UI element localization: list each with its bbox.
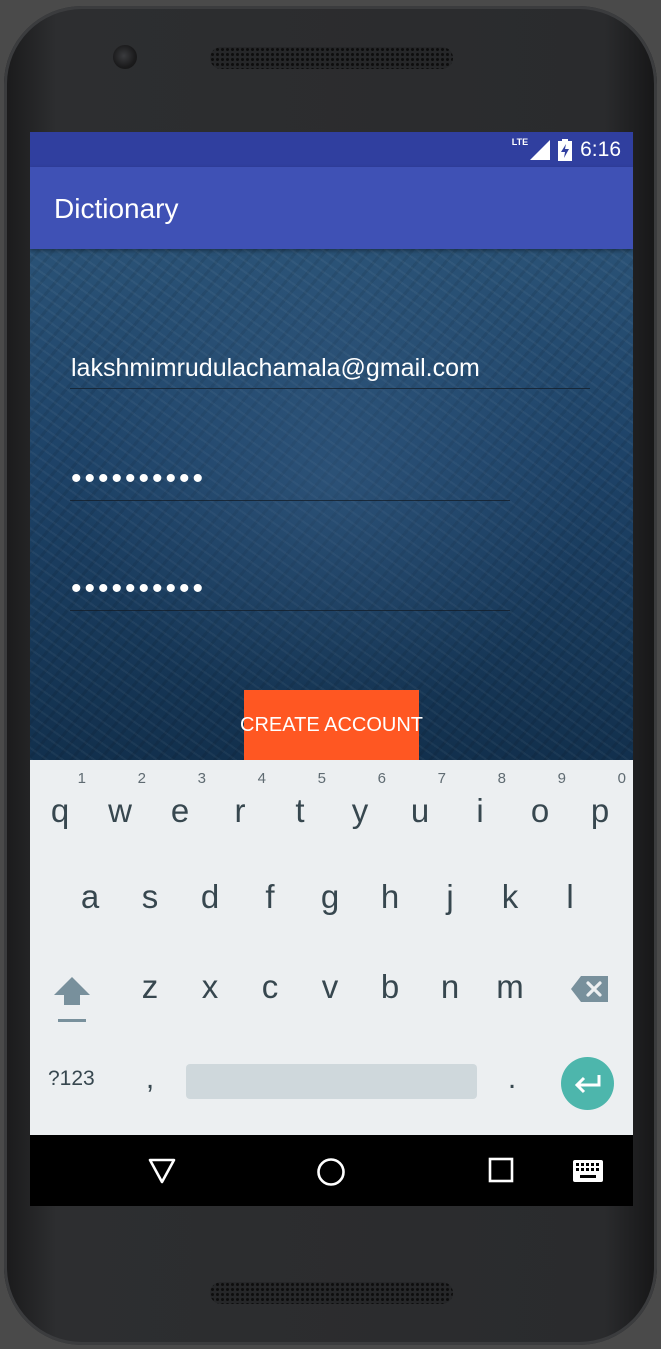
key-label: d [200,878,220,915]
phone-frame: LTE 6:16 Dictionary lakshmimrudulachamal… [0,0,661,1349]
key-label: f [265,878,275,915]
key-label: g [320,878,340,915]
key-j[interactable]: j [420,870,480,930]
symbols-key[interactable]: ?123 [48,1067,95,1091]
space-bar[interactable] [186,1064,477,1099]
comma-key[interactable]: , [140,1062,160,1096]
key-f[interactable]: f [240,870,300,930]
key-w[interactable]: 2w [90,770,150,850]
key-label: q [50,792,70,829]
status-time: 6:16 [580,137,621,161]
keyboard-icon[interactable] [573,1160,603,1182]
key-label: a [80,878,100,915]
key-label: w [108,792,132,829]
key-o[interactable]: 9o [510,770,570,850]
key-b[interactable]: b [360,960,420,1020]
key-hint: 7 [437,770,446,787]
key-d[interactable]: d [180,870,240,930]
key-hint: 1 [77,770,86,787]
recents-icon[interactable] [488,1157,514,1183]
key-label: l [566,878,574,915]
key-label: c [261,968,279,1005]
battery-charging-icon [558,138,573,161]
key-v[interactable]: v [300,960,360,1020]
key-q[interactable]: 1q [30,770,90,850]
confirm-password-field[interactable]: •••••••••• [71,572,206,606]
shift-icon[interactable] [50,973,94,1025]
status-bar: LTE 6:16 [30,132,633,167]
status-icons: LTE 6:16 [512,132,621,167]
key-label: j [446,878,454,915]
soft-keyboard: 1q 2w 3e 4r 5t 6y 7u 8i 9o 0p a s d f g … [30,760,633,1135]
key-i[interactable]: 8i [450,770,510,850]
home-icon[interactable] [316,1157,346,1187]
key-z[interactable]: z [120,960,180,1020]
key-label: s [141,878,159,915]
key-u[interactable]: 7u [390,770,450,850]
key-label: k [501,878,519,915]
key-label: i [476,792,484,829]
enter-key[interactable] [561,1057,614,1110]
enter-icon [574,1074,600,1093]
key-hint: 2 [137,770,146,787]
key-y[interactable]: 6y [330,770,390,850]
key-label: t [295,792,305,829]
key-hint: 3 [197,770,206,787]
password-field[interactable]: •••••••••• [71,462,206,496]
key-hint: 0 [617,770,626,787]
key-label: r [234,792,246,829]
signup-form: lakshmimrudulachamala@gmail.com ••••••••… [30,249,633,760]
period-key[interactable]: . [502,1062,522,1096]
key-r[interactable]: 4r [210,770,270,850]
app-title: Dictionary [54,193,179,224]
key-c[interactable]: c [240,960,300,1020]
navigation-bar [30,1135,633,1206]
key-hint: 5 [317,770,326,787]
key-k[interactable]: k [480,870,540,930]
key-p[interactable]: 0p [570,770,630,850]
key-label: z [141,968,159,1005]
key-e[interactable]: 3e [150,770,210,850]
key-label: n [440,968,460,1005]
app-bar: Dictionary [30,167,633,249]
top-speaker [210,47,453,69]
email-field[interactable]: lakshmimrudulachamala@gmail.com [71,354,480,383]
key-hint: 8 [497,770,506,787]
network-type: LTE [511,136,529,147]
key-s[interactable]: s [120,870,180,930]
key-hint: 6 [377,770,386,787]
key-a[interactable]: a [60,870,120,930]
key-label: h [380,878,400,915]
key-g[interactable]: g [300,870,360,930]
front-camera [113,45,137,69]
key-x[interactable]: x [180,960,240,1020]
signal-icon [530,139,551,160]
device-screen: LTE 6:16 Dictionary lakshmimrudulachamal… [30,132,633,1206]
email-underline [70,388,590,389]
key-label: o [530,792,550,829]
backspace-icon[interactable] [570,974,610,1004]
key-label: e [170,792,190,829]
key-h[interactable]: h [360,870,420,930]
key-label: p [590,792,610,829]
back-icon[interactable] [147,1157,177,1185]
key-label: m [496,968,524,1005]
key-label: b [380,968,400,1005]
confirm-password-underline [70,610,510,611]
key-label: u [410,792,430,829]
bottom-speaker [210,1282,453,1304]
key-label: v [321,968,339,1005]
key-t[interactable]: 5t [270,770,330,850]
key-l[interactable]: l [540,870,600,930]
key-m[interactable]: m [480,960,540,1020]
key-hint: 4 [257,770,266,787]
key-n[interactable]: n [420,960,480,1020]
key-hint: 9 [557,770,566,787]
create-account-button[interactable]: CREATE ACCOUNT [240,690,423,760]
key-label: x [201,968,219,1005]
password-underline [70,500,510,501]
key-label: y [351,792,369,829]
